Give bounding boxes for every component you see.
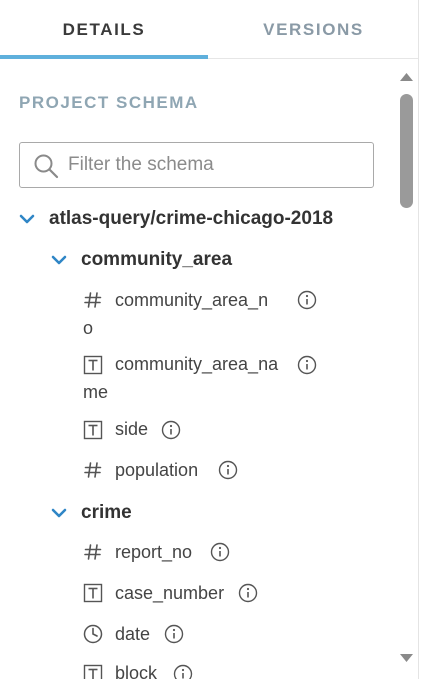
info-icon[interactable] <box>210 542 230 562</box>
tab-bar: DETAILS VERSIONS <box>0 0 418 59</box>
scroll-up-arrow-icon[interactable] <box>399 72 414 82</box>
schema-panel: DETAILS VERSIONS PROJECT SCHEMA atlas-qu… <box>0 0 419 679</box>
table-name: community_area <box>81 249 233 270</box>
clock-icon <box>83 624 103 644</box>
field-name: block <box>115 663 158 679</box>
field-name: population <box>115 460 199 480</box>
chevron-down-icon[interactable] <box>19 213 35 225</box>
field-name: community_area_n <box>115 290 269 310</box>
info-icon[interactable] <box>173 664 193 679</box>
table-name: crime <box>81 502 132 523</box>
field-name-wrap: o <box>83 318 94 338</box>
info-icon[interactable] <box>297 355 317 375</box>
info-icon[interactable] <box>164 624 184 644</box>
info-icon[interactable] <box>297 290 317 310</box>
schema-filter-input[interactable] <box>68 143 368 187</box>
chevron-down-icon[interactable] <box>51 507 67 519</box>
tab-details[interactable]: DETAILS <box>0 0 208 59</box>
table-row-crime[interactable]: crime <box>51 502 132 524</box>
info-icon[interactable] <box>218 460 238 480</box>
number-type-icon <box>84 544 102 560</box>
tab-versions[interactable]: VERSIONS <box>208 0 418 59</box>
info-icon[interactable] <box>238 583 258 603</box>
text-type-icon <box>83 420 103 440</box>
text-type-icon <box>83 355 103 375</box>
scroll-thumb[interactable] <box>400 94 413 208</box>
field-name: report_no <box>115 542 193 562</box>
dataset-name: atlas-query/crime-chicago-2018 <box>49 208 334 229</box>
field-name: community_area_na <box>115 354 279 374</box>
schema-filter[interactable] <box>19 142 374 188</box>
info-icon[interactable] <box>161 420 181 440</box>
text-type-icon <box>83 583 103 603</box>
field-name: side <box>115 419 149 439</box>
section-title: PROJECT SCHEMA <box>19 93 199 112</box>
field-name-wrap: me <box>83 382 109 402</box>
scroll-down-arrow-icon[interactable] <box>399 653 414 663</box>
field-name: case_number <box>115 583 225 603</box>
scrollbar[interactable] <box>394 60 418 679</box>
active-tab-indicator <box>0 55 208 59</box>
text-type-icon <box>83 664 103 679</box>
chevron-down-icon[interactable] <box>51 254 67 266</box>
number-type-icon <box>84 462 102 478</box>
field-name: date <box>115 624 151 644</box>
search-icon <box>34 154 59 179</box>
table-row-community-area[interactable]: community_area <box>51 249 232 271</box>
schema-content: PROJECT SCHEMA atlas-query/crime-chicago… <box>0 60 394 679</box>
dataset-row[interactable]: atlas-query/crime-chicago-2018 <box>19 208 333 230</box>
number-type-icon <box>84 292 102 308</box>
